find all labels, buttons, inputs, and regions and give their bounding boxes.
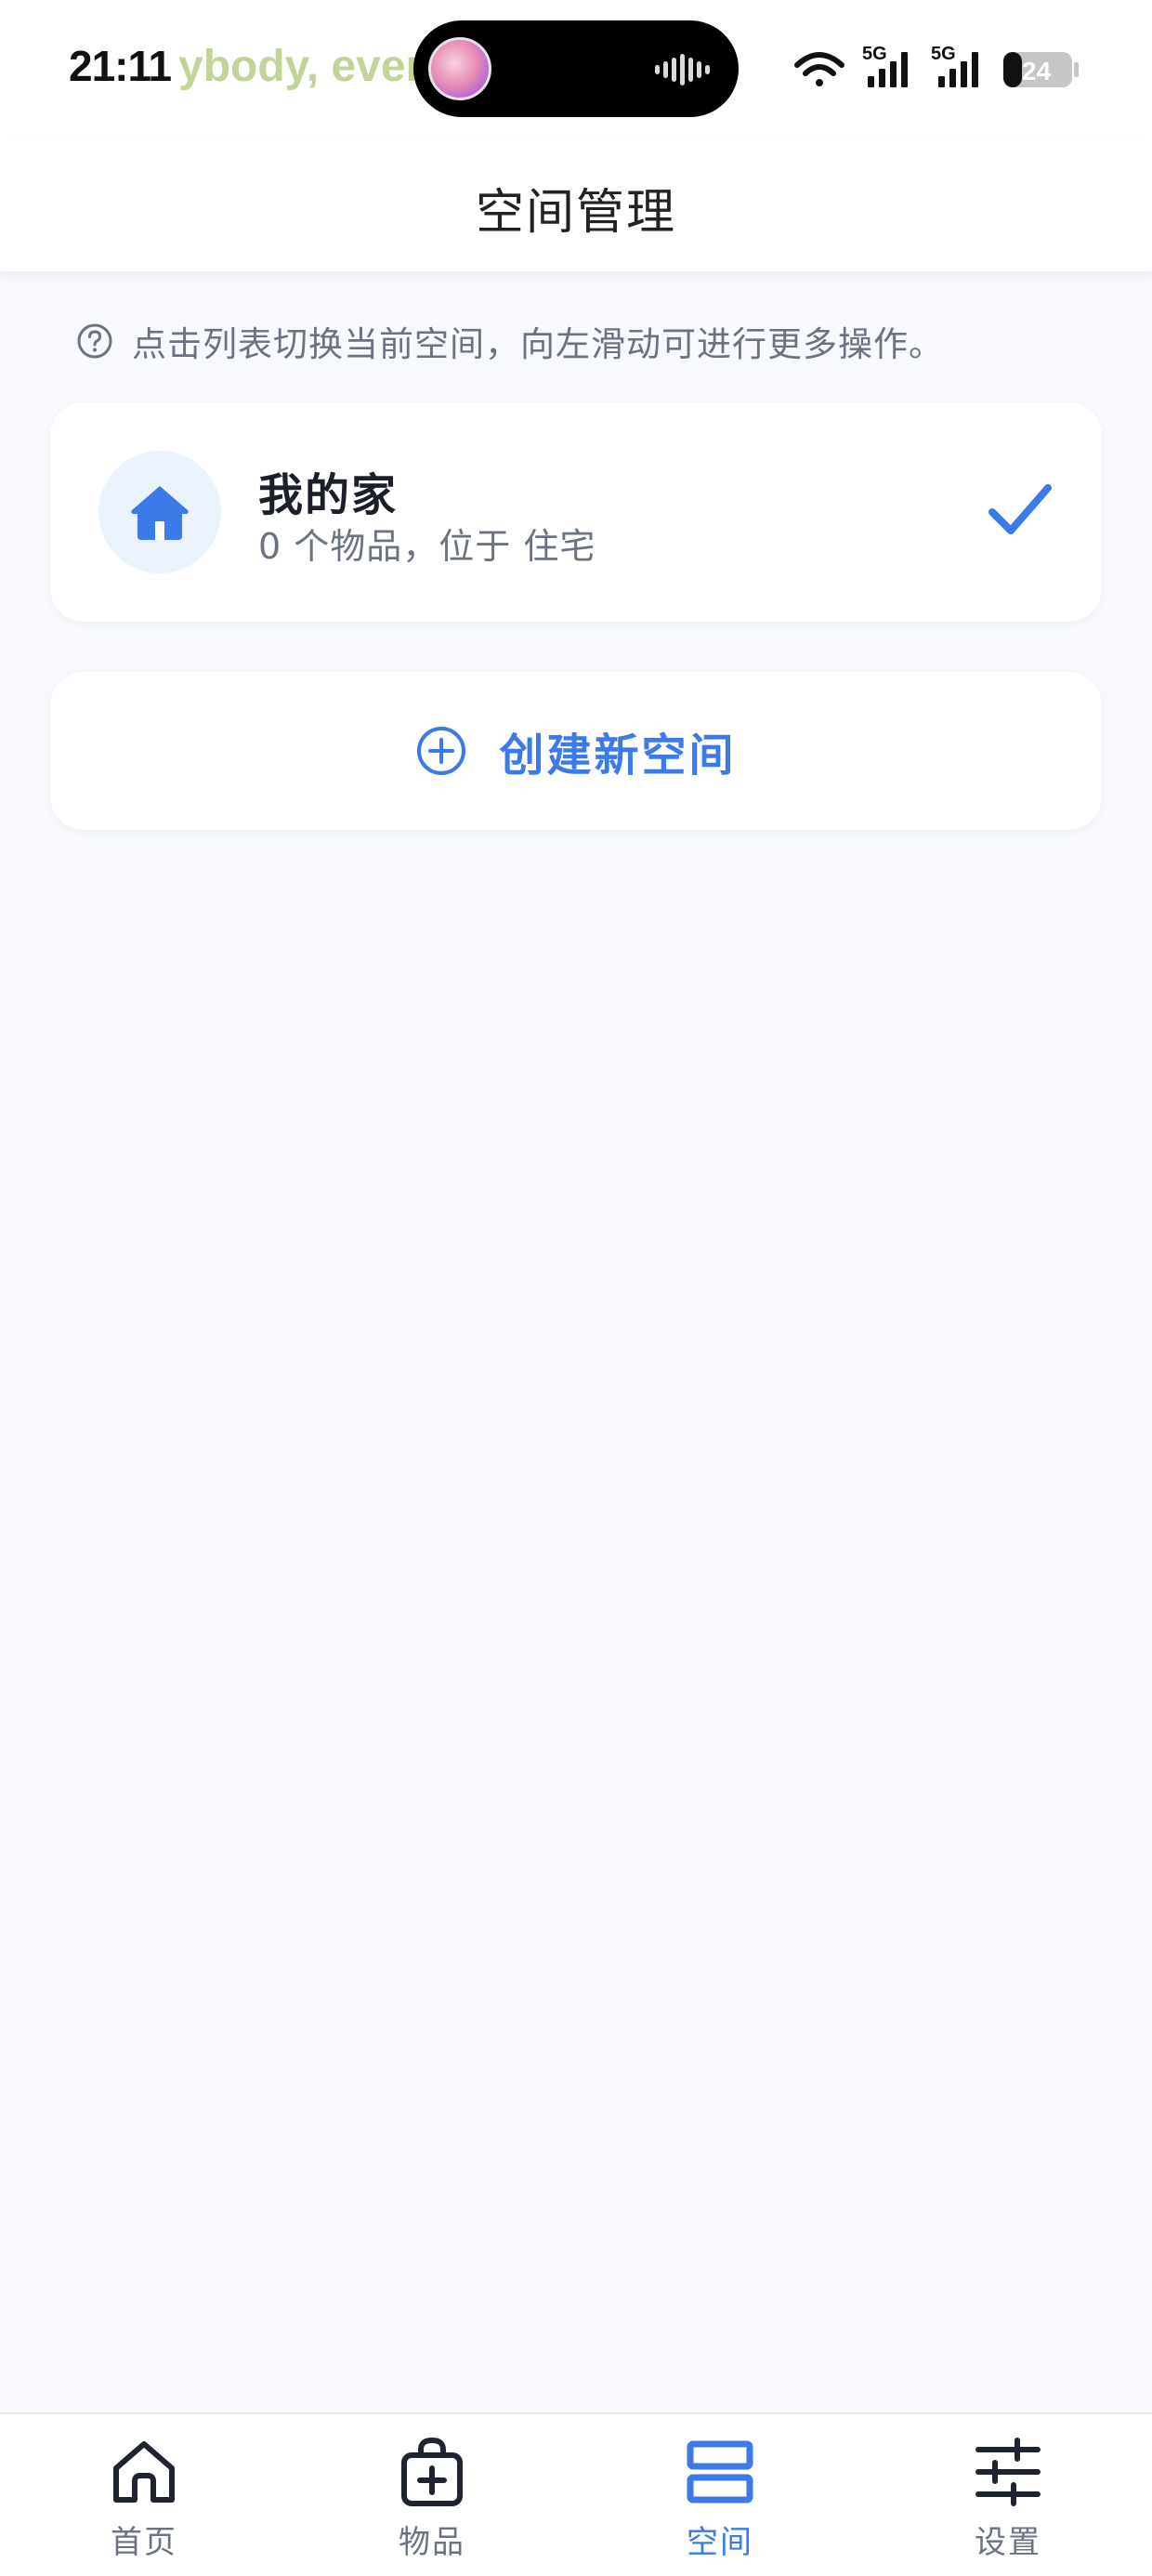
create-space-label: 创建新空间 xyxy=(499,729,737,782)
cellular-signal-icon: 5G xyxy=(862,44,908,87)
status-time: 21:11 xyxy=(69,42,172,90)
space-avatar xyxy=(98,451,221,573)
tab-bar: 首页 物品 空间 设置 xyxy=(0,2412,1152,2576)
album-art-icon xyxy=(428,37,491,100)
svg-text:5G: 5G xyxy=(931,44,956,64)
tab-label: 首页 xyxy=(111,2524,177,2561)
dynamic-island[interactable] xyxy=(413,20,739,117)
svg-text:24: 24 xyxy=(1022,57,1052,85)
stacked-boxes-icon xyxy=(687,2440,753,2504)
space-name: 我的家 xyxy=(258,469,399,521)
tab-label: 物品 xyxy=(399,2524,465,2561)
hint-row: 点击列表切换当前空间，向左滑动可进行更多操作。 xyxy=(76,316,944,366)
nav-header: 空间管理 xyxy=(0,139,1152,271)
question-circle-icon xyxy=(77,323,112,359)
tab-spaces[interactable]: 空间 xyxy=(576,2414,864,2576)
cellular-signal-icon: 5G xyxy=(931,44,978,87)
tab-settings[interactable]: 设置 xyxy=(864,2414,1152,2576)
checkmark-icon xyxy=(988,484,1052,534)
battery-icon: 24 xyxy=(1003,52,1079,87)
wifi-icon xyxy=(794,52,844,86)
sliders-icon xyxy=(975,2438,1041,2506)
create-space-button[interactable]: 创建新空间 xyxy=(50,672,1102,830)
space-list-item[interactable]: 我的家 0 个物品，位于 住宅 xyxy=(50,402,1102,622)
tab-label: 空间 xyxy=(687,2524,753,2561)
home-icon xyxy=(113,2441,175,2503)
svg-text:5G: 5G xyxy=(862,44,887,64)
tab-items[interactable]: 物品 xyxy=(288,2414,576,2576)
tab-label: 设置 xyxy=(975,2524,1041,2561)
tab-home[interactable]: 首页 xyxy=(0,2414,288,2576)
hint-text: 点击列表切换当前空间，向左滑动可进行更多操作。 xyxy=(132,324,944,364)
status-bar: 21:11 ybody, ever 5G 5G 24 xyxy=(0,0,1152,139)
page-title: 空间管理 xyxy=(475,185,676,241)
audio-wave-icon xyxy=(655,54,710,85)
bag-plus-icon xyxy=(401,2437,463,2506)
now-playing-marquee: ybody, ever xyxy=(178,42,414,91)
status-icons: 5G 5G 24 xyxy=(794,44,1079,87)
plus-circle-icon xyxy=(417,727,466,775)
house-icon xyxy=(131,486,189,540)
space-meta: 0 个物品，位于 住宅 xyxy=(258,526,596,567)
